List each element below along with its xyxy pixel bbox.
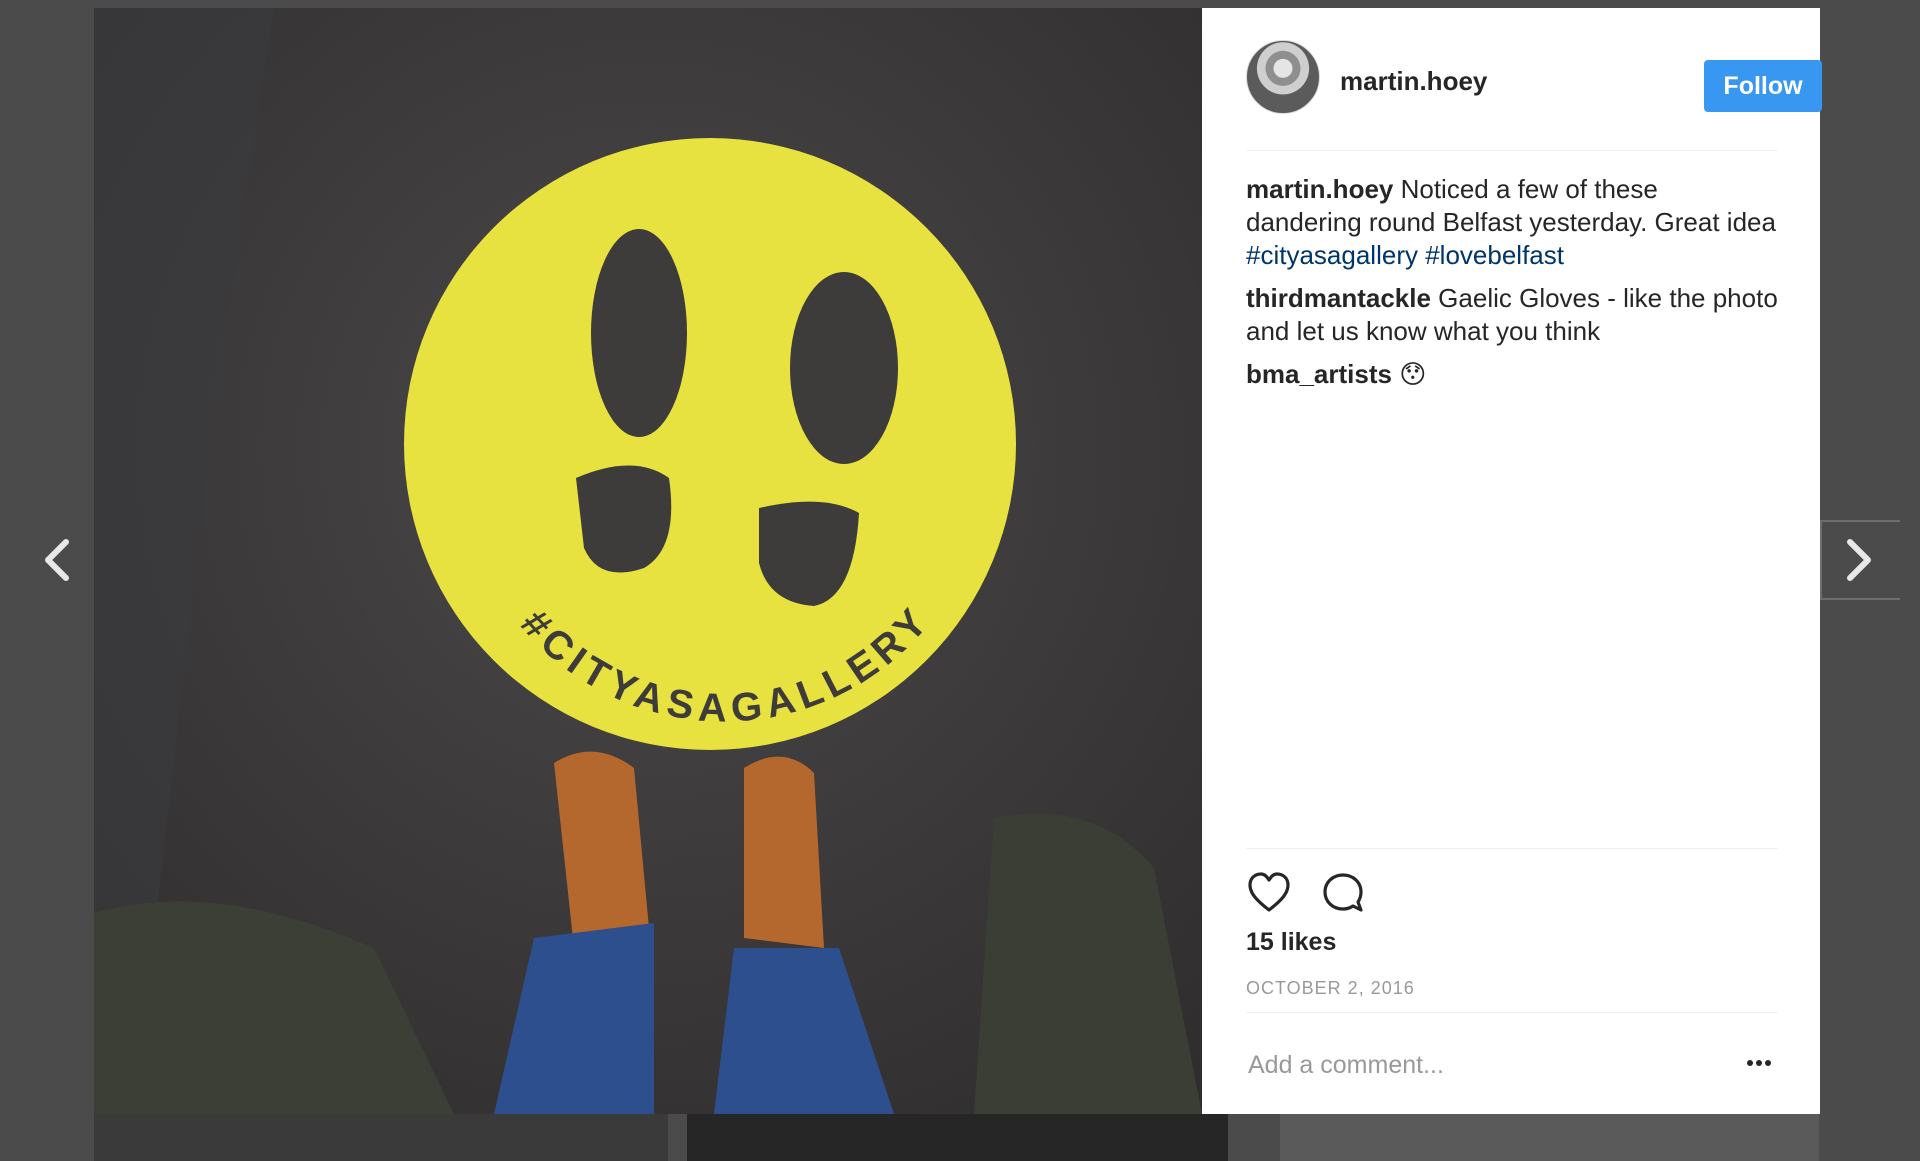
chevron-right-icon bbox=[1847, 539, 1871, 581]
yellow-sticker bbox=[404, 138, 1016, 750]
comment-author[interactable]: thirdmantackle bbox=[1246, 283, 1431, 313]
hashtag-link[interactable]: #lovebelfast bbox=[1425, 240, 1564, 270]
comment-author[interactable]: martin.hoey bbox=[1246, 174, 1393, 204]
thumbnail-right[interactable] bbox=[1280, 1113, 1819, 1161]
comment-icon[interactable] bbox=[1320, 870, 1366, 916]
thumbnail-center[interactable] bbox=[687, 1113, 1228, 1161]
post-side-panel: martin.hoey Follow martin.hoey Noticed a… bbox=[1202, 8, 1822, 1114]
actions-divider bbox=[1246, 848, 1778, 849]
follow-button[interactable]: Follow bbox=[1704, 60, 1822, 112]
add-comment-input[interactable] bbox=[1246, 1038, 1720, 1092]
more-options-button[interactable] bbox=[1742, 1048, 1776, 1078]
comment-caption: martin.hoey Noticed a few of these dande… bbox=[1246, 173, 1778, 272]
next-post-button[interactable] bbox=[1820, 520, 1900, 600]
comment-item: thirdmantackle Gaelic Gloves - like the … bbox=[1246, 282, 1778, 348]
more-icon bbox=[1747, 1060, 1771, 1066]
comment-item: bma_artists 😯 bbox=[1246, 358, 1778, 391]
like-count[interactable]: 15 likes bbox=[1246, 928, 1336, 957]
post-actions bbox=[1246, 870, 1778, 920]
comment-divider bbox=[1246, 1012, 1778, 1013]
username-link[interactable]: martin.hoey bbox=[1340, 66, 1487, 97]
heart-icon[interactable] bbox=[1246, 870, 1292, 916]
previous-post-button[interactable] bbox=[34, 530, 84, 590]
header-divider bbox=[1246, 150, 1778, 151]
post-header: martin.hoey Follow bbox=[1246, 40, 1822, 126]
thumbnail-left[interactable] bbox=[94, 1113, 668, 1161]
avatar[interactable] bbox=[1246, 40, 1320, 114]
post-photo[interactable]: #CITYASAGALLERY bbox=[94, 8, 1202, 1114]
comment-author[interactable]: bma_artists bbox=[1246, 359, 1392, 389]
hashtag-link[interactable]: #cityasagallery bbox=[1246, 240, 1418, 270]
post-date[interactable]: OCTOBER 2, 2016 bbox=[1246, 978, 1415, 999]
chevron-left-icon bbox=[45, 539, 69, 581]
comment-list: martin.hoey Noticed a few of these dande… bbox=[1246, 173, 1778, 401]
comment-text: 😯 bbox=[1391, 359, 1427, 389]
